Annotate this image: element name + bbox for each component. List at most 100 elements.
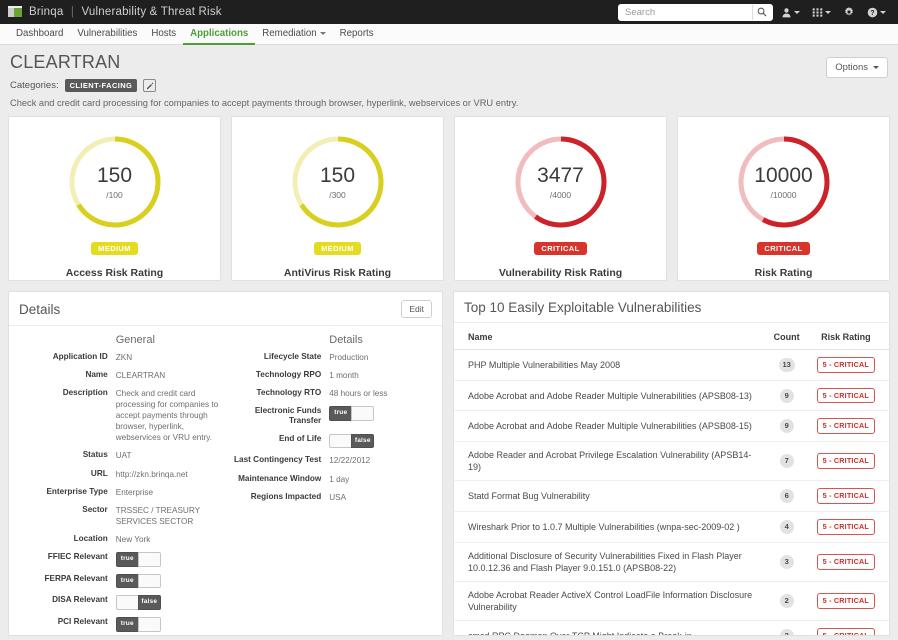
apps-grid-button[interactable] bbox=[808, 5, 835, 20]
card-antivirus-risk-rating: 150 /300 MEDIUM AntiVirus Risk Rating bbox=[231, 116, 444, 281]
toggle-true[interactable] bbox=[115, 595, 139, 611]
column-header-count[interactable]: Count bbox=[762, 323, 811, 350]
detail-row: Lifecycle State Production bbox=[223, 352, 437, 363]
nav-label: Reports bbox=[339, 28, 374, 39]
detail-value: Production bbox=[329, 353, 369, 362]
toggle-false[interactable] bbox=[137, 551, 161, 567]
toggle-true[interactable]: true bbox=[115, 573, 139, 589]
column-header-risk-rating[interactable]: Risk Rating bbox=[810, 323, 889, 350]
toggle-false[interactable]: false bbox=[137, 595, 161, 611]
risk-badge: 5 - CRITICAL bbox=[816, 554, 875, 570]
toggle-false[interactable] bbox=[137, 617, 161, 632]
detail-value[interactable]: false bbox=[329, 433, 436, 449]
detail-row: Technology RPO 1 month bbox=[223, 370, 437, 381]
edit-details-button[interactable]: Edit bbox=[401, 300, 432, 318]
toggle-false[interactable] bbox=[137, 573, 161, 589]
card-vulnerability-risk-rating: 3477 /4000 CRITICAL Vulnerability Risk R… bbox=[454, 116, 667, 281]
table-row[interactable]: PHP Multiple Vulnerabilities May 2008 13 5… bbox=[454, 349, 889, 381]
column-header-name[interactable]: Name bbox=[454, 323, 763, 350]
toggle-true[interactable]: true bbox=[115, 551, 139, 567]
vulnerability-name[interactable]: Wireshark Prior to 1.0.7 Multiple Vulner… bbox=[454, 511, 763, 543]
table-row[interactable]: Adobe Reader and Acrobat Privilege Escal… bbox=[454, 441, 889, 482]
vulnerability-name[interactable]: Adobe Acrobat Reader ActiveX Control Loa… bbox=[454, 581, 763, 622]
detail-value: ZKN bbox=[115, 353, 133, 362]
vulnerability-risk-cell: 5 - CRITICAL bbox=[810, 410, 889, 443]
toggle-true[interactable]: true bbox=[329, 406, 353, 421]
table-row[interactable]: cmsd RPC Daemon Over TCP Might Indicate … bbox=[454, 620, 889, 635]
risk-badge: 5 - CRITICAL bbox=[816, 628, 875, 635]
search-input[interactable] bbox=[619, 4, 752, 20]
detail-row: Electronic Funds Transfer true bbox=[223, 406, 437, 427]
table-row[interactable]: Adobe Acrobat and Adobe Reader Multiple … bbox=[454, 410, 889, 443]
detail-row: Enterprise Type Enterprise bbox=[9, 487, 223, 498]
nav-item-applications[interactable]: Applications bbox=[183, 24, 256, 45]
detail-label: Location bbox=[73, 533, 108, 543]
detail-label: Sector bbox=[82, 504, 108, 514]
toggle-true[interactable]: true bbox=[115, 617, 139, 632]
search-button[interactable] bbox=[751, 4, 772, 20]
table-row[interactable]: Statd Format Bug Vulnerability 6 5 - CRITI… bbox=[454, 480, 889, 513]
nav-item-dashboard[interactable]: Dashboard bbox=[9, 24, 70, 45]
details-body: General Application ID ZKN Name CLEARTRAN De… bbox=[9, 326, 442, 635]
vulnerability-name[interactable]: cmsd RPC Daemon Over TCP Might Indicate … bbox=[454, 620, 763, 635]
risk-badge: 5 - CRITICAL bbox=[816, 593, 875, 610]
gauge-value: 150 bbox=[319, 163, 356, 187]
toggle-group[interactable]: true bbox=[329, 406, 432, 421]
edit-categories-icon[interactable] bbox=[143, 79, 157, 92]
top-bar: Brinqa | Vulnerability & Threat Risk Sea… bbox=[0, 0, 898, 24]
toggle-group[interactable]: true bbox=[115, 551, 219, 567]
toggle-group[interactable]: false bbox=[115, 595, 219, 611]
svg-text:?: ? bbox=[870, 9, 874, 16]
vulnerability-name[interactable]: Adobe Reader and Acrobat Privilege Escal… bbox=[454, 441, 763, 482]
user-menu-button[interactable] bbox=[777, 5, 804, 20]
toggle-group[interactable]: true bbox=[115, 573, 219, 589]
toggle-false[interactable]: false bbox=[351, 433, 375, 449]
chevron-down-icon bbox=[794, 10, 800, 14]
settings-button[interactable] bbox=[839, 4, 859, 20]
page-title: CLEARTRAN bbox=[10, 52, 121, 72]
vulnerability-name[interactable]: Adobe Acrobat and Adobe Reader Multiple … bbox=[454, 410, 763, 443]
nav-item-remediation[interactable]: Remediation bbox=[255, 24, 332, 45]
help-button[interactable]: ? bbox=[863, 5, 890, 20]
detail-row: Technology RTO 48 hours or less bbox=[223, 388, 437, 399]
options-button[interactable]: Options bbox=[826, 57, 888, 78]
card-title: Vulnerability Risk Rating bbox=[498, 267, 623, 279]
count-badge: 2 bbox=[779, 629, 794, 635]
gauge-access: 150 /100 bbox=[66, 133, 164, 231]
grid-icon bbox=[812, 7, 823, 17]
nav-item-reports[interactable]: Reports bbox=[333, 24, 381, 45]
vulnerability-count-cell: 2 bbox=[762, 581, 811, 622]
detail-value[interactable]: true bbox=[115, 573, 223, 589]
vulnerability-name[interactable]: Additional Disclosure of Security Vulner… bbox=[454, 542, 763, 583]
chevron-down-icon bbox=[880, 10, 886, 14]
nav-item-vulnerabilities[interactable]: Vulnerabilities bbox=[70, 24, 144, 45]
detail-value[interactable]: true bbox=[115, 617, 223, 632]
vulnerabilities-table: Name Count Risk Rating PHP Multiple Vuln… bbox=[454, 323, 889, 635]
detail-value[interactable]: true bbox=[329, 406, 436, 421]
vulnerability-name[interactable]: Adobe Acrobat and Adobe Reader Multiple … bbox=[454, 380, 763, 412]
nav-item-hosts[interactable]: Hosts bbox=[144, 24, 183, 45]
toggle-false[interactable] bbox=[351, 406, 375, 421]
table-row[interactable]: Adobe Acrobat and Adobe Reader Multiple … bbox=[454, 380, 889, 412]
detail-value: 48 hours or less bbox=[329, 389, 388, 399]
vulnerability-count-cell: 3 bbox=[762, 542, 811, 583]
search-box[interactable] bbox=[618, 3, 773, 21]
detail-value[interactable]: true bbox=[115, 551, 223, 567]
table-row[interactable]: Wireshark Prior to 1.0.7 Multiple Vulner… bbox=[454, 511, 889, 543]
vulnerability-risk-cell: 5 - CRITICAL bbox=[810, 349, 889, 381]
table-row[interactable]: Adobe Acrobat Reader ActiveX Control Loa… bbox=[454, 581, 889, 622]
toggle-group[interactable]: false bbox=[329, 433, 432, 449]
detail-label: Technology RTO bbox=[256, 388, 322, 398]
toggle-true[interactable] bbox=[329, 433, 353, 449]
nav-label: Applications bbox=[190, 28, 249, 39]
toggle-group[interactable]: true bbox=[115, 617, 219, 632]
table-row[interactable]: Additional Disclosure of Security Vulner… bbox=[454, 542, 889, 583]
detail-value: New York bbox=[115, 534, 151, 544]
vulnerability-name[interactable]: Statd Format Bug Vulnerability bbox=[454, 480, 763, 513]
vulnerability-name[interactable]: PHP Multiple Vulnerabilities May 2008 bbox=[454, 349, 763, 381]
vulnerabilities-panel-header: Top 10 Easily Exploitable Vulnerabilitie… bbox=[454, 292, 889, 323]
count-badge: 4 bbox=[779, 520, 794, 535]
detail-value[interactable]: false bbox=[115, 595, 223, 611]
content-panels: Details Edit General Application ID ZKN Na… bbox=[0, 281, 898, 636]
vulnerability-count-cell: 9 bbox=[762, 380, 811, 412]
